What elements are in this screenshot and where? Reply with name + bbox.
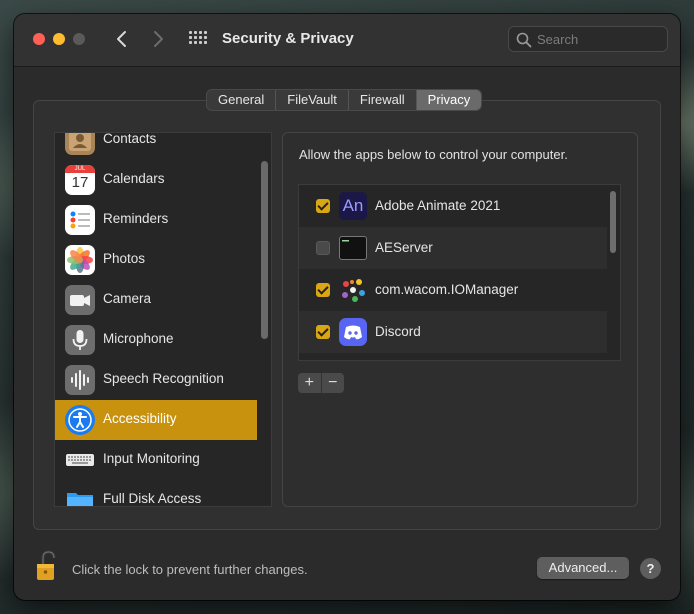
- tab-firewall[interactable]: Firewall: [349, 90, 417, 110]
- privacy-category-list[interactable]: Contacts JUL 17 Calendars Reminders Phot…: [54, 132, 272, 507]
- zoom-window-button[interactable]: [73, 33, 85, 45]
- remove-app-button[interactable]: −: [322, 373, 345, 393]
- adobe-animate-icon: An: [339, 192, 367, 220]
- sidebar-item-camera[interactable]: Camera: [55, 280, 257, 320]
- app-list[interactable]: An Adobe Animate 2021 AEServer com.wacom…: [298, 184, 621, 361]
- add-remove-control: + −: [298, 373, 344, 393]
- app-checkbox[interactable]: [316, 199, 330, 213]
- title-bar: Security & Privacy: [14, 14, 680, 67]
- window-title: Security & Privacy: [222, 30, 354, 47]
- terminal-icon: [339, 236, 367, 260]
- sidebar-item-speech-recognition[interactable]: Speech Recognition: [55, 360, 257, 400]
- tab-privacy[interactable]: Privacy: [416, 90, 482, 110]
- forward-button[interactable]: [147, 28, 169, 50]
- chevron-right-icon: [154, 31, 163, 47]
- sidebar-scrollbar-thumb[interactable]: [261, 161, 268, 339]
- add-app-button[interactable]: +: [298, 373, 322, 393]
- sidebar-item-label: Camera: [103, 291, 152, 306]
- app-icon-partial: [339, 360, 367, 361]
- keyboard-icon: [65, 445, 95, 475]
- sidebar-item-label: Speech Recognition: [103, 371, 224, 386]
- show-all-grid-button[interactable]: [189, 31, 207, 47]
- sidebar-item-label: Full Disk Access: [103, 491, 202, 506]
- lock-status-text: Click the lock to prevent further change…: [72, 562, 308, 577]
- back-button[interactable]: [111, 28, 133, 50]
- instruction-text: Allow the apps below to control your com…: [299, 147, 568, 162]
- folder-icon: [65, 485, 95, 506]
- sidebar-item-label: Calendars: [103, 171, 165, 186]
- accessibility-icon: [65, 405, 95, 435]
- wacom-icon: [339, 276, 367, 304]
- sidebar-item-label: Photos: [103, 251, 146, 266]
- search-input[interactable]: [537, 31, 661, 47]
- speech-recognition-icon: [65, 365, 95, 395]
- app-name: com.wacom.IOManager: [375, 282, 519, 297]
- app-row-partial[interactable]: [299, 353, 607, 361]
- sidebar-item-photos[interactable]: Photos: [55, 240, 257, 280]
- sidebar-item-input-monitoring[interactable]: Input Monitoring: [55, 440, 257, 480]
- tab-filevault[interactable]: FileVault: [276, 90, 349, 110]
- app-row-adobe-animate[interactable]: An Adobe Animate 2021: [299, 185, 607, 227]
- sidebar-item-label: Contacts: [103, 132, 157, 146]
- app-checkbox[interactable]: [316, 325, 330, 339]
- tab-general[interactable]: General: [207, 90, 277, 110]
- discord-icon: [339, 318, 367, 346]
- help-button[interactable]: ?: [640, 558, 661, 579]
- sidebar-item-label: Reminders: [103, 211, 169, 226]
- app-name: Discord: [375, 324, 421, 339]
- chevron-left-icon: [117, 31, 126, 47]
- photos-icon: [65, 245, 95, 275]
- sidebar-item-accessibility[interactable]: Accessibility: [55, 400, 257, 440]
- search-field[interactable]: [508, 26, 668, 52]
- sidebar-item-contacts[interactable]: Contacts: [55, 132, 257, 160]
- tab-bar: General FileVault Firewall Privacy: [206, 89, 483, 111]
- microphone-icon: [65, 325, 95, 355]
- lock-icon[interactable]: [34, 550, 64, 584]
- minimize-window-button[interactable]: [53, 33, 65, 45]
- sidebar-item-full-disk-access[interactable]: Full Disk Access: [55, 480, 257, 506]
- sidebar-item-label: Accessibility: [103, 411, 177, 426]
- sidebar-item-label: Microphone: [103, 331, 174, 346]
- close-window-button[interactable]: [33, 33, 45, 45]
- app-checkbox[interactable]: [316, 241, 330, 255]
- app-row-aeserver[interactable]: AEServer: [299, 227, 607, 269]
- app-name: AEServer: [375, 240, 433, 255]
- sidebar-item-microphone[interactable]: Microphone: [55, 320, 257, 360]
- sidebar-scrollbar[interactable]: [257, 133, 271, 506]
- advanced-button[interactable]: Advanced...: [537, 557, 629, 579]
- sidebar-item-label: Input Monitoring: [103, 451, 200, 466]
- app-checkbox[interactable]: [316, 283, 330, 297]
- security-privacy-window: Security & Privacy General FileVault Fir…: [14, 14, 680, 600]
- reminders-icon: [65, 205, 95, 235]
- app-row-discord[interactable]: Discord: [299, 311, 607, 353]
- app-row-wacom-iomanager[interactable]: com.wacom.IOManager: [299, 269, 607, 311]
- calendar-icon: JUL 17: [65, 165, 95, 195]
- sidebar-item-reminders[interactable]: Reminders: [55, 200, 257, 240]
- camera-icon: [65, 285, 95, 315]
- search-icon: [516, 32, 532, 48]
- sidebar-item-calendars[interactable]: JUL 17 Calendars: [55, 160, 257, 200]
- contacts-icon: [65, 133, 95, 155]
- app-list-scrollbar-thumb[interactable]: [610, 191, 616, 253]
- app-name: Adobe Animate 2021: [375, 198, 501, 213]
